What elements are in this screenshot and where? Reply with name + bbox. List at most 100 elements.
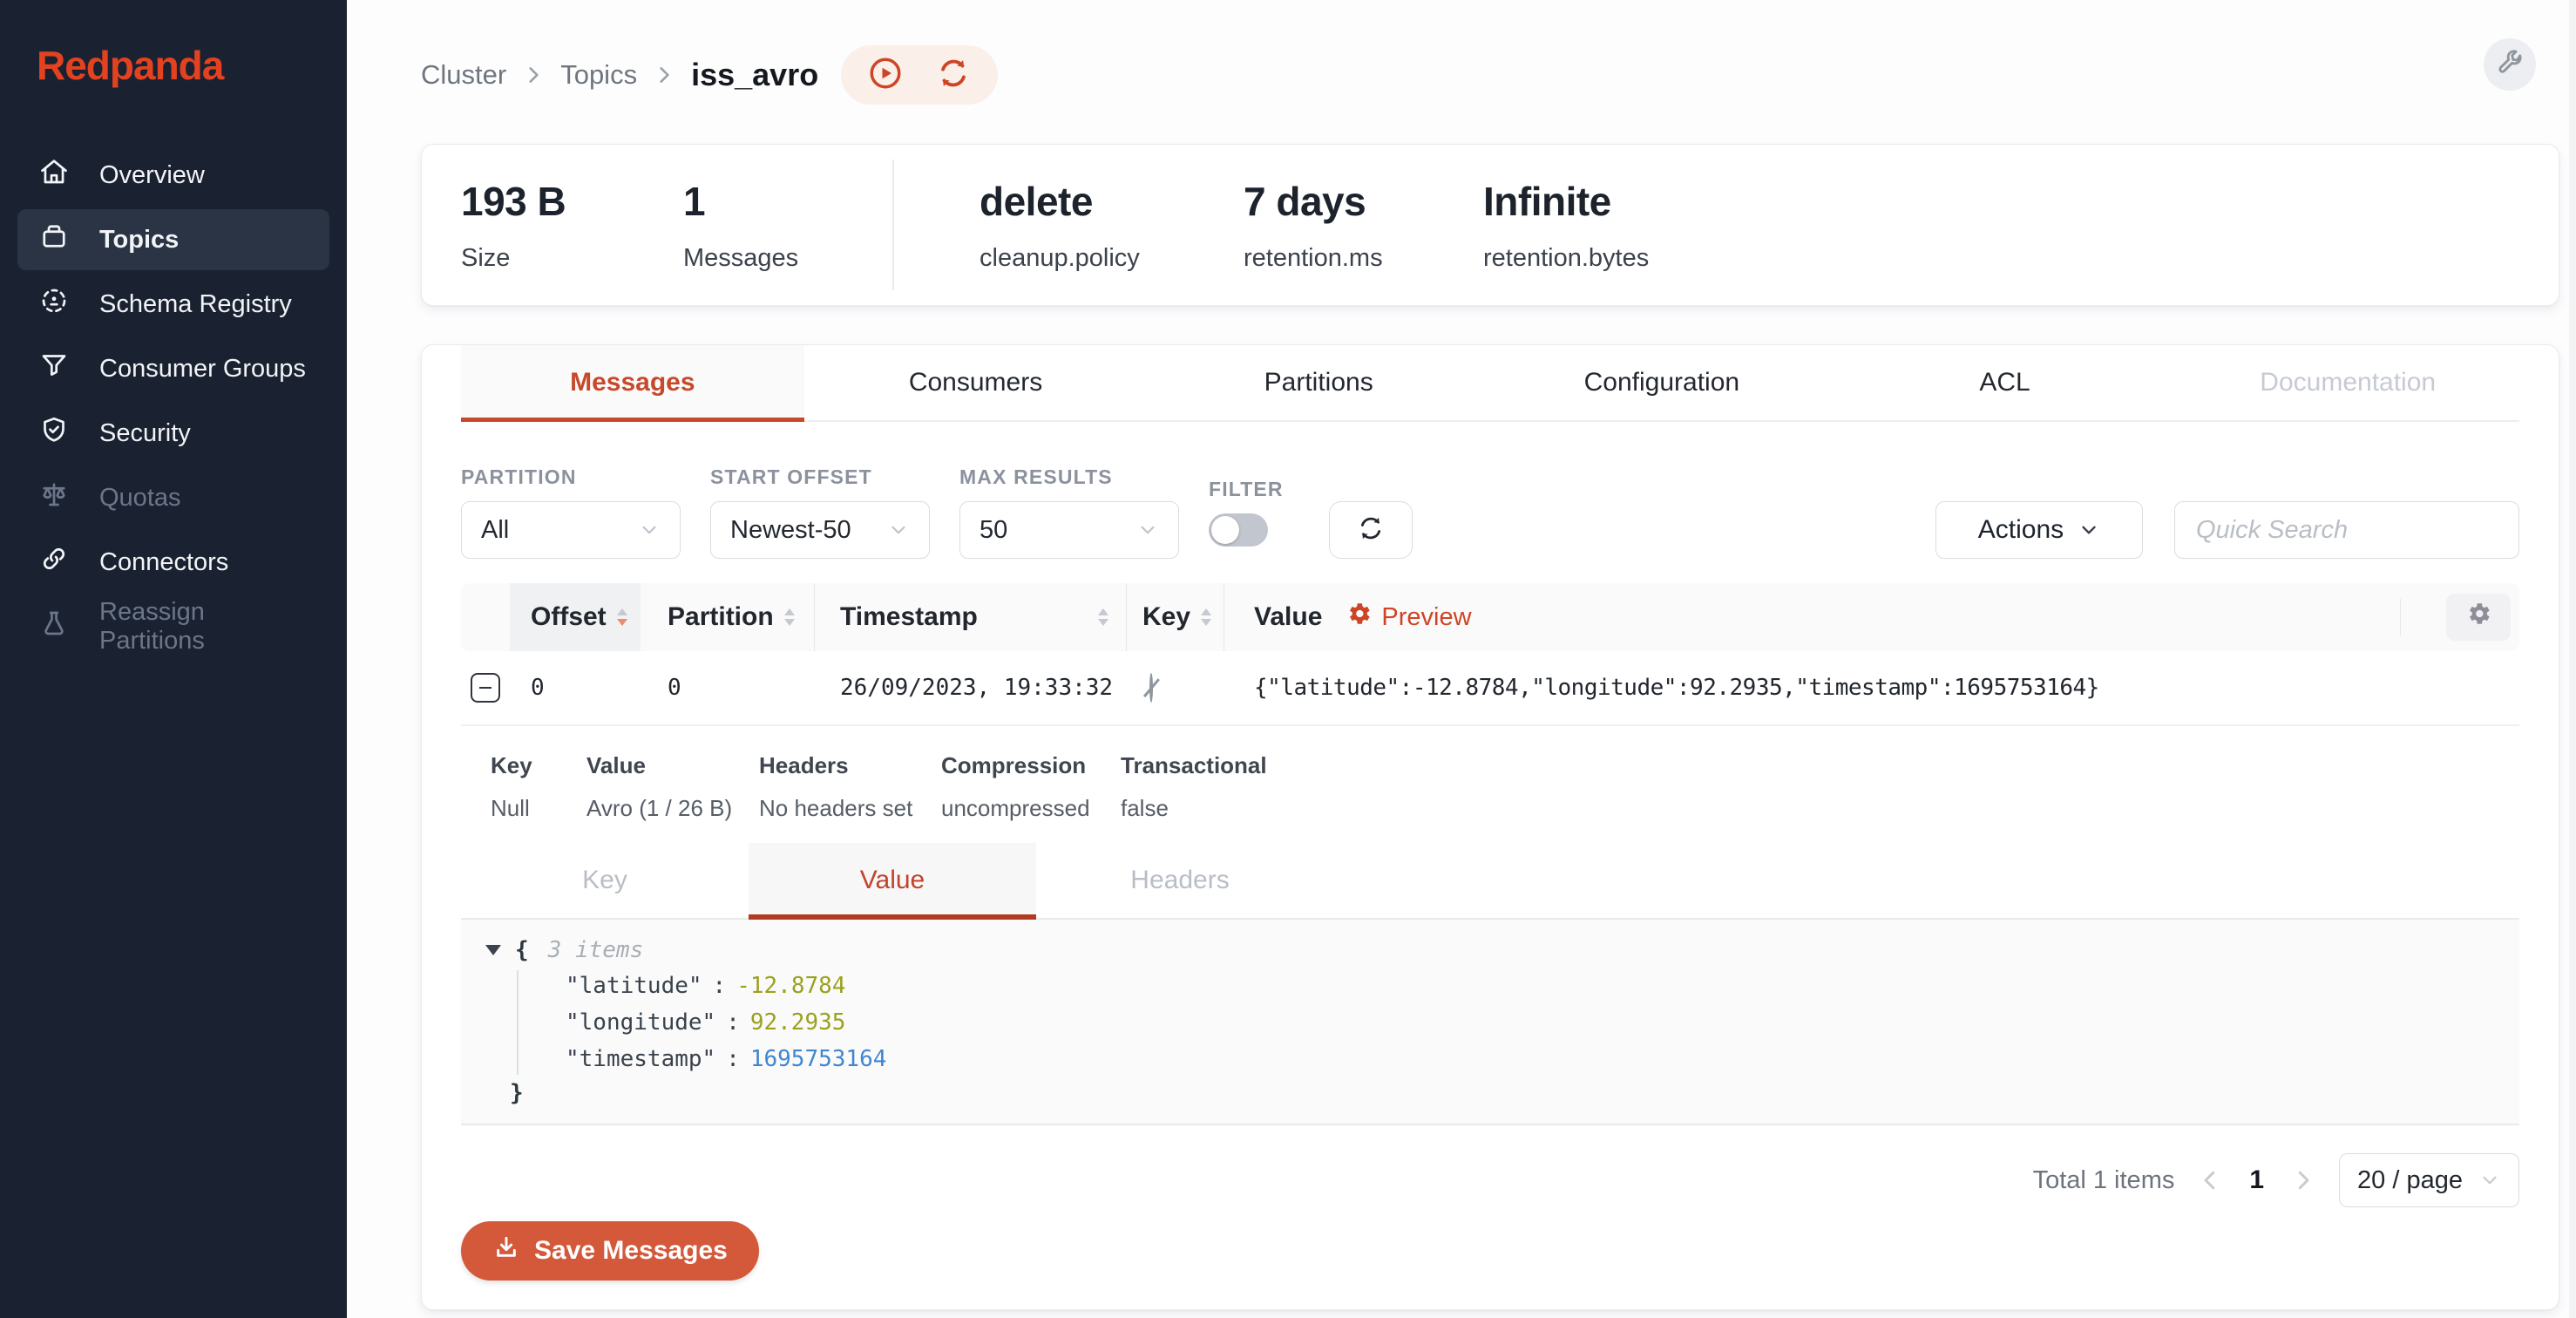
sidebar-item-consumer-groups[interactable]: Consumer Groups [17, 338, 329, 399]
save-messages-button[interactable]: Save Messages [461, 1221, 759, 1281]
user-preferences-button[interactable] [2484, 38, 2536, 91]
json-open-brace: { [515, 937, 529, 963]
payload-tab-key[interactable]: Key [461, 843, 749, 918]
preview-button[interactable]: Preview [1345, 600, 1471, 635]
refresh-topic-button[interactable] [935, 55, 972, 96]
sidebar-item-topics[interactable]: Topics [17, 209, 329, 270]
funnel-icon [38, 350, 70, 388]
sidebar-item-label: Connectors [99, 548, 228, 577]
stat-retention-bytes: Infinite retention.bytes [1483, 178, 1649, 273]
payload-tabs: Key Value Headers [461, 843, 2519, 920]
page-size-select[interactable]: 20 / page [2339, 1153, 2519, 1207]
message-meta-row: Key Null Value Avro (1 / 26 B) Headers N… [461, 726, 2519, 822]
max-results-label: MAX RESULTS [959, 465, 1179, 489]
meta-value: Null [491, 795, 586, 822]
home-icon [38, 156, 70, 194]
row-expander-cell [461, 651, 510, 724]
previous-page-button[interactable] [2197, 1167, 2223, 1193]
column-header-timestamp[interactable]: Timestamp [815, 583, 1127, 651]
partition-select[interactable]: All [461, 501, 681, 559]
refresh-icon [1356, 513, 1386, 547]
payload-tab-headers[interactable]: Headers [1036, 843, 1324, 918]
gear-icon [2464, 600, 2492, 635]
sidebar-item-security[interactable]: Security [17, 403, 329, 464]
json-viewer: { 3 items "latitude":-12.8784 "longitude… [461, 920, 2519, 1125]
produce-message-button[interactable] [867, 55, 904, 96]
divider [892, 160, 894, 290]
sidebar-item-reassign-partitions: Reassign Partitions [17, 596, 329, 657]
json-entry: "latitude":-12.8784 [566, 970, 2519, 1002]
chevron-down-icon [1136, 519, 1159, 541]
json-key: "timestamp" [566, 1046, 715, 1072]
topics-icon [38, 221, 70, 259]
breadcrumb: Cluster Topics iss_avro [421, 45, 998, 105]
json-close-brace: } [510, 1080, 2519, 1106]
table-settings-button[interactable] [2446, 594, 2511, 641]
cell-value: {"latitude":-12.8784,"longitude":92.2935… [1224, 675, 2519, 701]
json-items-note: 3 items [548, 937, 644, 963]
stat-size: 193 B Size [461, 178, 683, 273]
stat-value: 193 B [461, 178, 683, 225]
stat-value: Infinite [1483, 178, 1649, 225]
gear-icon [1345, 600, 1373, 635]
collapse-row-button[interactable] [471, 673, 500, 703]
refresh-messages-button[interactable] [1329, 501, 1413, 559]
column-header-offset[interactable]: Offset [510, 583, 641, 651]
max-results-select-value: 50 [980, 516, 1007, 545]
chevron-down-icon [887, 519, 910, 541]
sidebar-item-label: Reassign Partitions [99, 598, 308, 656]
partition-select-value: All [481, 516, 509, 545]
sort-icon [784, 608, 795, 626]
message-row: 0 0 26/09/2023, 19:33:32 {"latitude":-12… [461, 651, 2519, 726]
sidebar-item-quotas: Quotas [17, 467, 329, 528]
stat-value: 1 [683, 178, 892, 225]
tab-acl[interactable]: ACL [1834, 345, 2177, 420]
column-header-partition[interactable]: Partition [641, 583, 815, 651]
filter-toggle[interactable] [1209, 513, 1268, 547]
quick-search-input[interactable] [2174, 501, 2519, 559]
tab-documentation: Documentation [2176, 345, 2519, 420]
json-body: "latitude":-12.8784 "longitude":92.2935 … [517, 970, 2519, 1075]
cell-partition: 0 [641, 675, 815, 701]
stat-label: Size [461, 244, 683, 273]
message-search-controls: PARTITION All START OFFSET Newest-50 MAX… [461, 465, 2519, 559]
collapse-json-icon[interactable] [485, 945, 501, 955]
pagination-total: Total 1 items [2033, 1166, 2175, 1195]
meta-value: uncompressed [941, 795, 1121, 822]
tab-configuration[interactable]: Configuration [1490, 345, 1834, 420]
breadcrumb-topics[interactable]: Topics [560, 59, 637, 91]
tab-consumers[interactable]: Consumers [804, 345, 1148, 420]
scrollbar[interactable] [2569, 0, 2576, 1318]
payload-tab-value[interactable]: Value [749, 843, 1036, 918]
meta-value-info: Value Avro (1 / 26 B) [586, 752, 759, 822]
sidebar-item-overview[interactable]: Overview [17, 145, 329, 206]
sort-icon [1098, 608, 1108, 626]
chevron-down-icon [638, 519, 661, 541]
json-separator: : [713, 973, 727, 999]
column-label: Partition [668, 602, 774, 632]
sidebar-item-label: Security [99, 419, 191, 448]
stat-cleanup-policy: delete cleanup.policy [980, 178, 1244, 273]
tab-partitions[interactable]: Partitions [1147, 345, 1490, 420]
meta-value: false [1121, 795, 1267, 822]
max-results-select[interactable]: 50 [959, 501, 1179, 559]
meta-transactional: Transactional false [1121, 752, 1267, 822]
start-offset-select[interactable]: Newest-50 [710, 501, 930, 559]
sidebar-item-connectors[interactable]: Connectors [17, 532, 329, 593]
column-label: Value [1254, 602, 1322, 632]
pagination: Total 1 items 1 20 / page [461, 1153, 2519, 1207]
shield-check-icon [38, 414, 70, 452]
page-title: iss_avro [691, 57, 818, 93]
actions-button[interactable]: Actions [1935, 501, 2143, 559]
breadcrumb-cluster[interactable]: Cluster [421, 59, 506, 91]
column-label: Timestamp [840, 602, 978, 632]
column-header-key[interactable]: Key [1127, 583, 1224, 651]
topic-detail-card: Messages Consumers Partitions Configurat… [421, 344, 2559, 1310]
current-page[interactable]: 1 [2249, 1165, 2264, 1195]
next-page-button[interactable] [2290, 1167, 2316, 1193]
meta-compression: Compression uncompressed [941, 752, 1121, 822]
sidebar-item-schema-registry[interactable]: Schema Registry [17, 274, 329, 335]
chevron-down-icon [2478, 1169, 2501, 1192]
null-key-icon [1149, 673, 1153, 703]
tab-messages[interactable]: Messages [461, 345, 804, 420]
